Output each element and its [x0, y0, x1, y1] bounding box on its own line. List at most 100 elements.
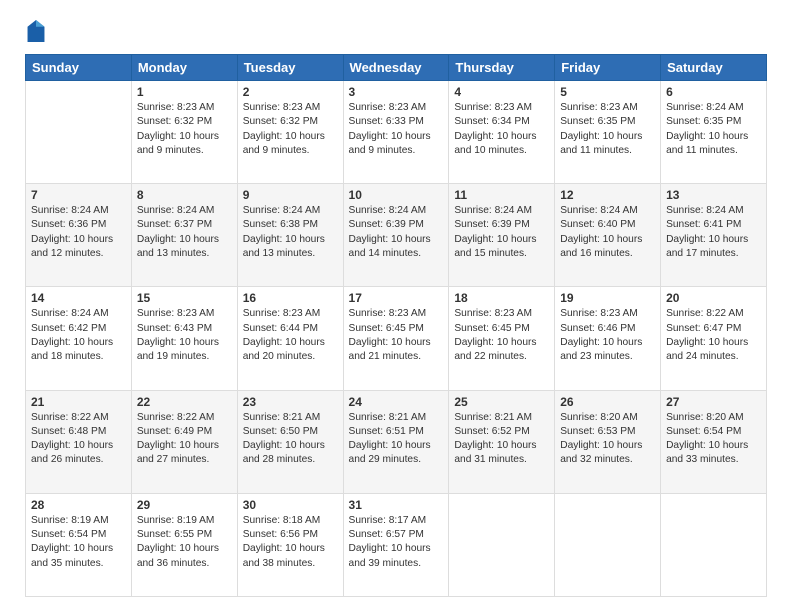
day-info: Sunrise: 8:24 AMSunset: 6:39 PMDaylight:…	[454, 204, 549, 261]
weekday-header: Tuesday	[237, 55, 343, 81]
calendar-cell: 27Sunrise: 8:20 AMSunset: 6:54 PMDayligh…	[661, 390, 767, 493]
page: SundayMondayTuesdayWednesdayThursdayFrid…	[0, 0, 792, 612]
calendar-cell: 6 Sunrise: 8:24 AMSunset: 6:35 PMDaylight…	[661, 81, 767, 184]
day-info: Sunrise: 8:20 AMSunset: 6:53 PMDaylight:…	[560, 411, 655, 468]
day-info: Sunrise: 8:18 AMSunset: 6:56 PMDaylight:…	[243, 514, 338, 571]
calendar-cell: 17 Sunrise: 8:23 AMSunset: 6:45 PMDayligh…	[343, 287, 449, 390]
day-number: 1	[137, 85, 232, 99]
weekday-header: Wednesday	[343, 55, 449, 81]
calendar-cell: 25 Sunrise: 8:21 AMSunset: 6:52 PMDayligh…	[449, 390, 555, 493]
day-info: Sunrise: 8:24 AMSunset: 6:39 PMDaylight:…	[349, 204, 444, 261]
day-number: 26	[560, 395, 655, 409]
calendar-cell	[26, 81, 132, 184]
calendar-cell: 19 Sunrise: 8:23 AMSunset: 6:46 PMDayligh…	[555, 287, 661, 390]
weekday-header: Thursday	[449, 55, 555, 81]
calendar-cell: 9 Sunrise: 8:24 AMSunset: 6:38 PMDaylight…	[237, 184, 343, 287]
day-number: 15	[137, 291, 232, 305]
day-info: Sunrise: 8:17 AMSunset: 6:57 PMDaylight:…	[349, 514, 444, 571]
weekday-header: Sunday	[26, 55, 132, 81]
day-number: 21	[31, 395, 126, 409]
calendar-cell: 5 Sunrise: 8:23 AMSunset: 6:35 PMDaylight…	[555, 81, 661, 184]
day-number: 30	[243, 498, 338, 512]
day-info: Sunrise: 8:21 AMSunset: 6:50 PMDaylight:…	[243, 411, 338, 468]
weekday-header: Friday	[555, 55, 661, 81]
calendar-cell: 31 Sunrise: 8:17 AMSunset: 6:57 PMDayligh…	[343, 493, 449, 596]
day-info: Sunrise: 8:24 AMSunset: 6:40 PMDaylight:…	[560, 204, 655, 261]
calendar-cell: 12 Sunrise: 8:24 AMSunset: 6:40 PMDayligh…	[555, 184, 661, 287]
day-info: Sunrise: 8:20 AMSunset: 6:54 PMDaylight:…	[666, 411, 761, 468]
day-info: Sunrise: 8:21 AMSunset: 6:52 PMDaylight:…	[454, 411, 549, 468]
day-number: 4	[454, 85, 549, 99]
day-info: Sunrise: 8:23 AMSunset: 6:45 PMDaylight:…	[349, 307, 444, 364]
calendar-cell: 28 Sunrise: 8:19 AMSunset: 6:54 PMDayligh…	[26, 493, 132, 596]
day-number: 31	[349, 498, 444, 512]
day-info: Sunrise: 8:22 AMSunset: 6:47 PMDaylight:…	[666, 307, 761, 364]
weekday-header: Saturday	[661, 55, 767, 81]
calendar-table: SundayMondayTuesdayWednesdayThursdayFrid…	[25, 54, 767, 597]
day-info: Sunrise: 8:19 AMSunset: 6:55 PMDaylight:…	[137, 514, 232, 571]
day-number: 20	[666, 291, 761, 305]
calendar-cell: 22Sunrise: 8:22 AMSunset: 6:49 PMDayligh…	[131, 390, 237, 493]
calendar-cell: 13Sunrise: 8:24 AMSunset: 6:41 PMDayligh…	[661, 184, 767, 287]
weekday-header: Monday	[131, 55, 237, 81]
day-info: Sunrise: 8:23 AMSunset: 6:44 PMDaylight:…	[243, 307, 338, 364]
day-number: 18	[454, 291, 549, 305]
calendar-cell: 1 Sunrise: 8:23 AMSunset: 6:32 PMDaylight…	[131, 81, 237, 184]
day-number: 6	[666, 85, 761, 99]
day-info: Sunrise: 8:24 AMSunset: 6:37 PMDaylight:…	[137, 204, 232, 261]
day-number: 19	[560, 291, 655, 305]
day-info: Sunrise: 8:21 AMSunset: 6:51 PMDaylight:…	[349, 411, 444, 468]
day-number: 2	[243, 85, 338, 99]
calendar-cell: 30 Sunrise: 8:18 AMSunset: 6:56 PMDayligh…	[237, 493, 343, 596]
calendar-cell: 14 Sunrise: 8:24 AMSunset: 6:42 PMDayligh…	[26, 287, 132, 390]
day-info: Sunrise: 8:23 AMSunset: 6:32 PMDaylight:…	[243, 101, 338, 158]
day-info: Sunrise: 8:24 AMSunset: 6:38 PMDaylight:…	[243, 204, 338, 261]
day-number: 7	[31, 188, 126, 202]
calendar-cell: 11Sunrise: 8:24 AMSunset: 6:39 PMDayligh…	[449, 184, 555, 287]
day-number: 8	[137, 188, 232, 202]
calendar-cell: 23 Sunrise: 8:21 AMSunset: 6:50 PMDayligh…	[237, 390, 343, 493]
day-info: Sunrise: 8:22 AMSunset: 6:48 PMDaylight:…	[31, 411, 126, 468]
day-number: 29	[137, 498, 232, 512]
calendar-cell: 4 Sunrise: 8:23 AMSunset: 6:34 PMDaylight…	[449, 81, 555, 184]
day-info: Sunrise: 8:19 AMSunset: 6:54 PMDaylight:…	[31, 514, 126, 571]
day-info: Sunrise: 8:23 AMSunset: 6:33 PMDaylight:…	[349, 101, 444, 158]
calendar-cell: 24Sunrise: 8:21 AMSunset: 6:51 PMDayligh…	[343, 390, 449, 493]
logo	[25, 20, 49, 42]
day-info: Sunrise: 8:24 AMSunset: 6:41 PMDaylight:…	[666, 204, 761, 261]
day-number: 17	[349, 291, 444, 305]
day-info: Sunrise: 8:24 AMSunset: 6:36 PMDaylight:…	[31, 204, 126, 261]
calendar-cell: 21 Sunrise: 8:22 AMSunset: 6:48 PMDayligh…	[26, 390, 132, 493]
day-info: Sunrise: 8:23 AMSunset: 6:34 PMDaylight:…	[454, 101, 549, 158]
calendar-cell: 2 Sunrise: 8:23 AMSunset: 6:32 PMDaylight…	[237, 81, 343, 184]
day-number: 3	[349, 85, 444, 99]
calendar-cell: 20 Sunrise: 8:22 AMSunset: 6:47 PMDayligh…	[661, 287, 767, 390]
day-info: Sunrise: 8:22 AMSunset: 6:49 PMDaylight:…	[137, 411, 232, 468]
day-number: 5	[560, 85, 655, 99]
calendar-cell: 15 Sunrise: 8:23 AMSunset: 6:43 PMDayligh…	[131, 287, 237, 390]
day-number: 14	[31, 291, 126, 305]
header	[25, 20, 767, 42]
calendar-cell: 16 Sunrise: 8:23 AMSunset: 6:44 PMDayligh…	[237, 287, 343, 390]
day-number: 16	[243, 291, 338, 305]
day-info: Sunrise: 8:24 AMSunset: 6:35 PMDaylight:…	[666, 101, 761, 158]
day-info: Sunrise: 8:23 AMSunset: 6:43 PMDaylight:…	[137, 307, 232, 364]
day-info: Sunrise: 8:23 AMSunset: 6:32 PMDaylight:…	[137, 101, 232, 158]
day-info: Sunrise: 8:24 AMSunset: 6:42 PMDaylight:…	[31, 307, 126, 364]
day-info: Sunrise: 8:23 AMSunset: 6:35 PMDaylight:…	[560, 101, 655, 158]
day-number: 9	[243, 188, 338, 202]
day-number: 12	[560, 188, 655, 202]
calendar-cell: 10Sunrise: 8:24 AMSunset: 6:39 PMDayligh…	[343, 184, 449, 287]
calendar-cell	[555, 493, 661, 596]
calendar-cell: 3 Sunrise: 8:23 AMSunset: 6:33 PMDaylight…	[343, 81, 449, 184]
calendar-cell	[449, 493, 555, 596]
day-number: 23	[243, 395, 338, 409]
day-number: 25	[454, 395, 549, 409]
logo-icon	[27, 20, 45, 42]
calendar-cell: 18 Sunrise: 8:23 AMSunset: 6:45 PMDayligh…	[449, 287, 555, 390]
calendar-cell: 7 Sunrise: 8:24 AMSunset: 6:36 PMDaylight…	[26, 184, 132, 287]
calendar-cell: 29 Sunrise: 8:19 AMSunset: 6:55 PMDayligh…	[131, 493, 237, 596]
day-info: Sunrise: 8:23 AMSunset: 6:45 PMDaylight:…	[454, 307, 549, 364]
day-number: 28	[31, 498, 126, 512]
day-info: Sunrise: 8:23 AMSunset: 6:46 PMDaylight:…	[560, 307, 655, 364]
